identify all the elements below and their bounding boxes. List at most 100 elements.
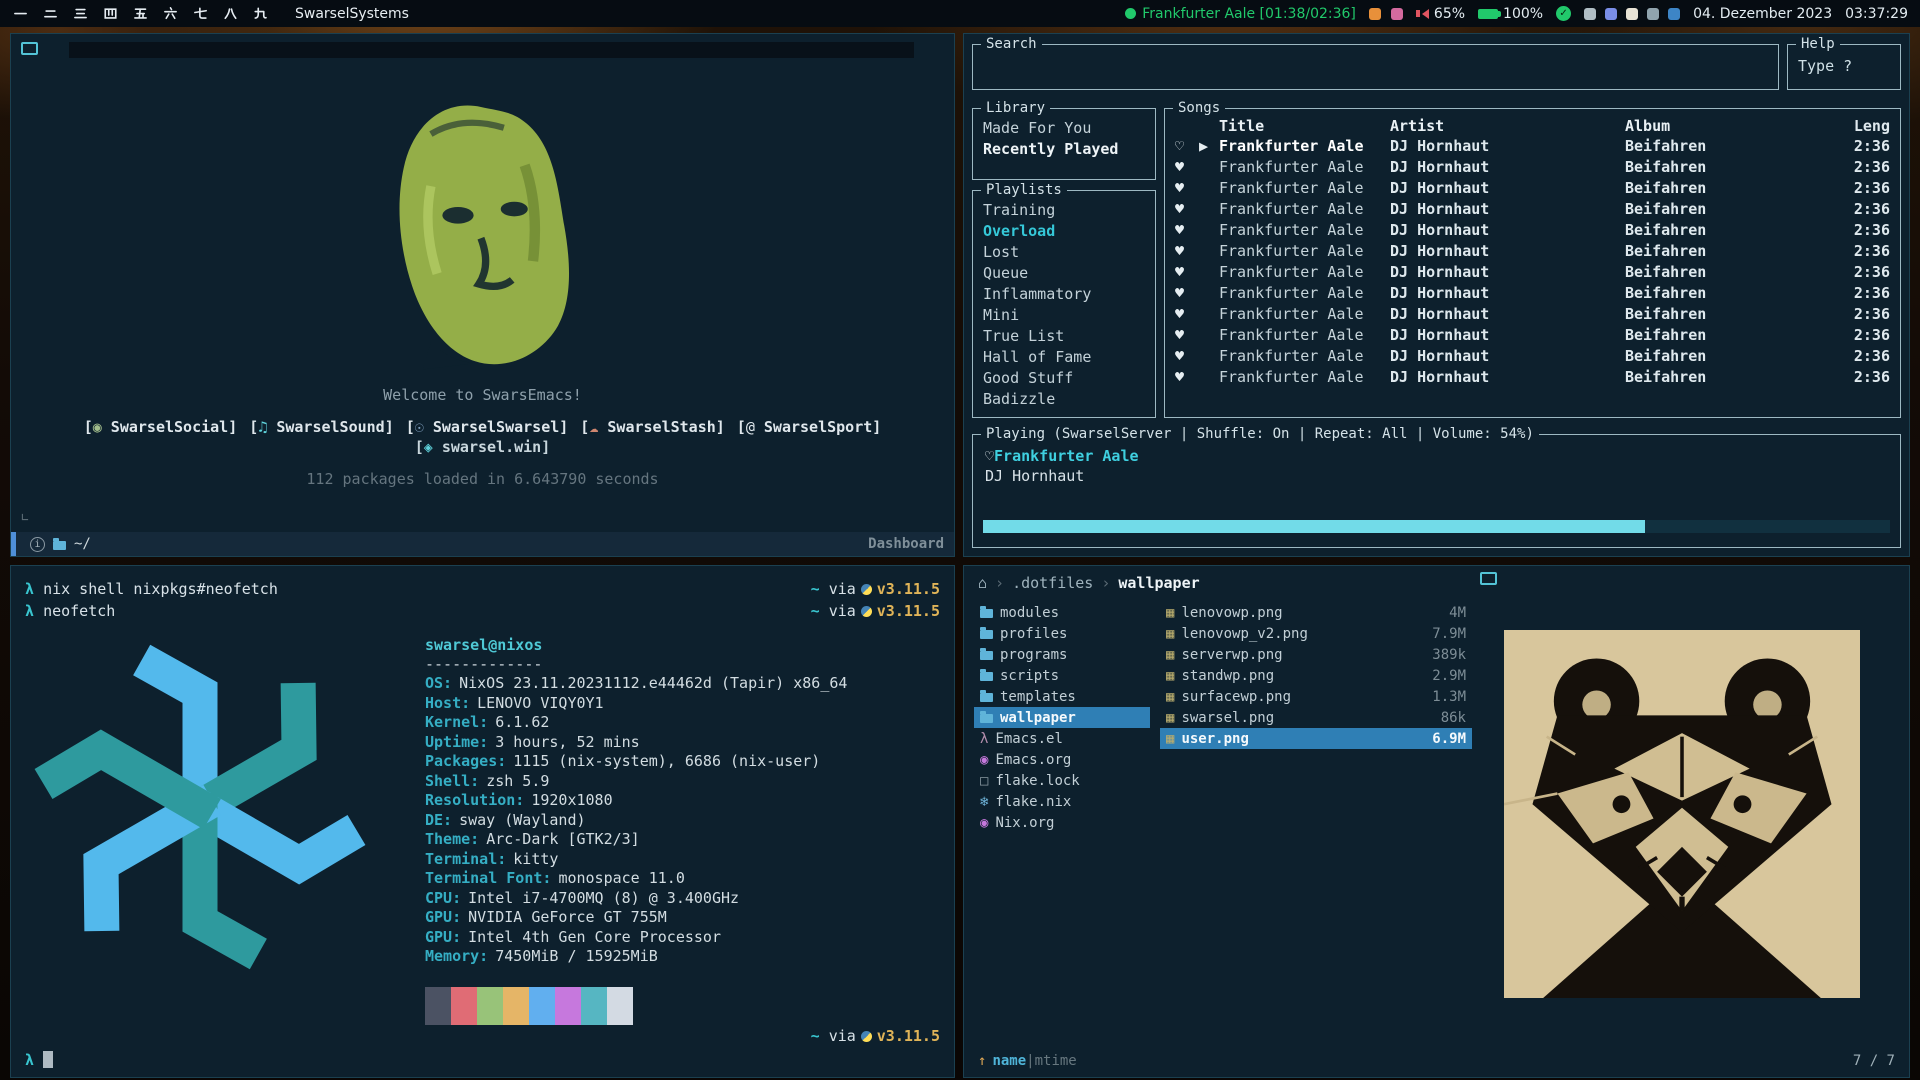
directory-row[interactable]: modules: [974, 602, 1150, 623]
battery-indicator[interactable]: 100%: [1478, 6, 1543, 22]
bluetooth-icon[interactable]: [1668, 8, 1680, 20]
column-album[interactable]: Album: [1625, 116, 1830, 136]
heart-icon[interactable]: ♥: [1175, 157, 1199, 178]
song-row[interactable]: ♥ Frankfurter Aale DJ Hornhaut Beifahren…: [1165, 367, 1900, 388]
heart-icon[interactable]: ♥: [1175, 262, 1199, 283]
file-row[interactable]: swarsel.png 86k: [1160, 707, 1472, 728]
firefox-icon[interactable]: [1369, 8, 1381, 20]
workspace-1[interactable]: [12, 5, 29, 22]
workspace-4[interactable]: [102, 5, 119, 22]
song-row[interactable]: ♥ Frankfurter Aale DJ Hornhaut Beifahren…: [1165, 283, 1900, 304]
playlist-item[interactable]: True List: [983, 326, 1145, 347]
dashboard-site-link[interactable]: [◈ swarsel.win]: [415, 438, 550, 456]
playlist-item[interactable]: Badizzle: [983, 389, 1145, 410]
directory-row[interactable]: wallpaper: [974, 707, 1150, 728]
heart-icon[interactable]: ♥: [1175, 346, 1199, 367]
home-icon[interactable]: ⌂: [978, 574, 987, 592]
workspace-3[interactable]: [72, 5, 89, 22]
breadcrumb-segment[interactable]: wallpaper: [1118, 574, 1199, 592]
workspace-5[interactable]: [132, 5, 149, 22]
playlist-item[interactable]: Training: [983, 200, 1145, 221]
library-item[interactable]: Made For You: [983, 118, 1145, 139]
emacs-tab-bar[interactable]: [69, 42, 914, 58]
song-row[interactable]: ♥ Frankfurter Aale DJ Hornhaut Beifahren…: [1165, 178, 1900, 199]
music-player-window[interactable]: Search Help Type ? Library Made For YouR…: [963, 33, 1910, 557]
workspace-6[interactable]: [162, 5, 179, 22]
heart-icon[interactable]: ♥: [1175, 304, 1199, 325]
song-row[interactable]: ♥ Frankfurter Aale DJ Hornhaut Beifahren…: [1165, 220, 1900, 241]
directory-row[interactable]: Emacs.el: [974, 728, 1150, 749]
song-row[interactable]: ♥ Frankfurter Aale DJ Hornhaut Beifahren…: [1165, 262, 1900, 283]
library-item[interactable]: Recently Played: [983, 139, 1145, 160]
info-icon[interactable]: i: [30, 537, 45, 552]
song-row[interactable]: ♥ Frankfurter Aale DJ Hornhaut Beifahren…: [1165, 304, 1900, 325]
directory-row[interactable]: flake.nix: [974, 791, 1150, 812]
penguin-icon[interactable]: [1626, 8, 1638, 20]
heart-icon[interactable]: ♥: [1175, 325, 1199, 346]
file-row[interactable]: lenovowp_v2.png 7.9M: [1160, 623, 1472, 644]
check-icon[interactable]: ✓: [1556, 6, 1571, 21]
song-row[interactable]: ♥ Frankfurter Aale DJ Hornhaut Beifahren…: [1165, 199, 1900, 220]
directory-row[interactable]: Emacs.org: [974, 749, 1150, 770]
playlist-item[interactable]: Lost: [983, 242, 1145, 263]
song-row[interactable]: ♡ ▶ Frankfurter Aale DJ Hornhaut Beifahr…: [1165, 136, 1900, 157]
heart-icon[interactable]: ♡: [985, 447, 994, 465]
file-row[interactable]: user.png 6.9M: [1160, 728, 1472, 749]
workspace-2[interactable]: [42, 5, 59, 22]
sort-direction-icon[interactable]: ↑: [978, 1053, 986, 1069]
file-row[interactable]: lenovowp.png 4M: [1160, 602, 1472, 623]
song-row[interactable]: ♥ Frankfurter Aale DJ Hornhaut Beifahren…: [1165, 346, 1900, 367]
directory-row[interactable]: profiles: [974, 623, 1150, 644]
playlist-item[interactable]: Good Stuff: [983, 368, 1145, 389]
playlist-item[interactable]: Overload: [983, 221, 1145, 242]
dashboard-link[interactable]: [☉ SwarselSwarsel]: [406, 418, 569, 436]
song-row[interactable]: ♥ Frankfurter Aale DJ Hornhaut Beifahren…: [1165, 241, 1900, 262]
column-title[interactable]: Title: [1219, 116, 1390, 136]
heart-icon[interactable]: ♥: [1175, 199, 1199, 220]
playlist-item[interactable]: Inflammatory: [983, 284, 1145, 305]
song-row[interactable]: ♥ Frankfurter Aale DJ Hornhaut Beifahren…: [1165, 157, 1900, 178]
terminal-cursor[interactable]: [43, 1051, 53, 1068]
workspace-7[interactable]: [192, 5, 209, 22]
now-playing-status[interactable]: Frankfurter Aale [01:38/02:36]: [1125, 6, 1356, 22]
search-input[interactable]: [973, 45, 1778, 89]
volume-indicator[interactable]: 65%: [1416, 6, 1465, 22]
heart-icon[interactable]: ♥: [1175, 178, 1199, 199]
emacs-dashboard-window[interactable]: Welcome to SwarsEmacs! [◉ SwarselSocial]…: [10, 33, 955, 557]
directory-row[interactable]: Nix.org: [974, 812, 1150, 833]
directory-row[interactable]: flake.lock: [974, 770, 1150, 791]
workspace-8[interactable]: [222, 5, 239, 22]
column-artist[interactable]: Artist: [1390, 116, 1625, 136]
dashboard-link[interactable]: [☁ SwarselStash]: [580, 418, 725, 436]
column-length[interactable]: Leng: [1830, 116, 1890, 136]
sort-key[interactable]: name: [992, 1053, 1026, 1069]
directory-row[interactable]: programs: [974, 644, 1150, 665]
file-row[interactable]: standwp.png 2.9M: [1160, 665, 1472, 686]
song-title: Frankfurter Aale: [1219, 304, 1390, 325]
playlist-item[interactable]: Mini: [983, 305, 1145, 326]
heart-icon[interactable]: ♥: [1175, 241, 1199, 262]
file-row[interactable]: serverwp.png 389k: [1160, 644, 1472, 665]
directory-row[interactable]: scripts: [974, 665, 1150, 686]
discord-icon[interactable]: [1605, 8, 1617, 20]
file-row[interactable]: surfacewp.png 1.3M: [1160, 686, 1472, 707]
seek-bar[interactable]: [983, 520, 1890, 533]
workspace-9[interactable]: [252, 5, 269, 22]
directory-row[interactable]: templates: [974, 686, 1150, 707]
heart-icon[interactable]: ♥: [1175, 220, 1199, 241]
display-icon[interactable]: [1647, 8, 1659, 20]
playlist-item[interactable]: Queue: [983, 263, 1145, 284]
heart-icon[interactable]: ♥: [1175, 283, 1199, 304]
camera-icon[interactable]: [1584, 8, 1596, 20]
breadcrumb-segment[interactable]: .dotfiles: [1012, 574, 1093, 592]
file-manager-window[interactable]: ⌂ › .dotfiles › wallpaper modules profil…: [963, 565, 1910, 1078]
playlist-item[interactable]: Hall of Fame: [983, 347, 1145, 368]
dashboard-link[interactable]: [◉ SwarselSocial]: [84, 418, 238, 436]
dashboard-link[interactable]: [♫ SwarselSound]: [249, 418, 394, 436]
chat-icon[interactable]: [1391, 8, 1403, 20]
heart-icon[interactable]: ♥: [1175, 367, 1199, 388]
song-row[interactable]: ♥ Frankfurter Aale DJ Hornhaut Beifahren…: [1165, 325, 1900, 346]
terminal-window[interactable]: λ nix shell nixpkgs#neofetch ~ viav3.11.…: [10, 565, 955, 1078]
heart-icon[interactable]: ♡: [1175, 136, 1199, 157]
dashboard-link[interactable]: [@ SwarselSport]: [737, 418, 882, 436]
